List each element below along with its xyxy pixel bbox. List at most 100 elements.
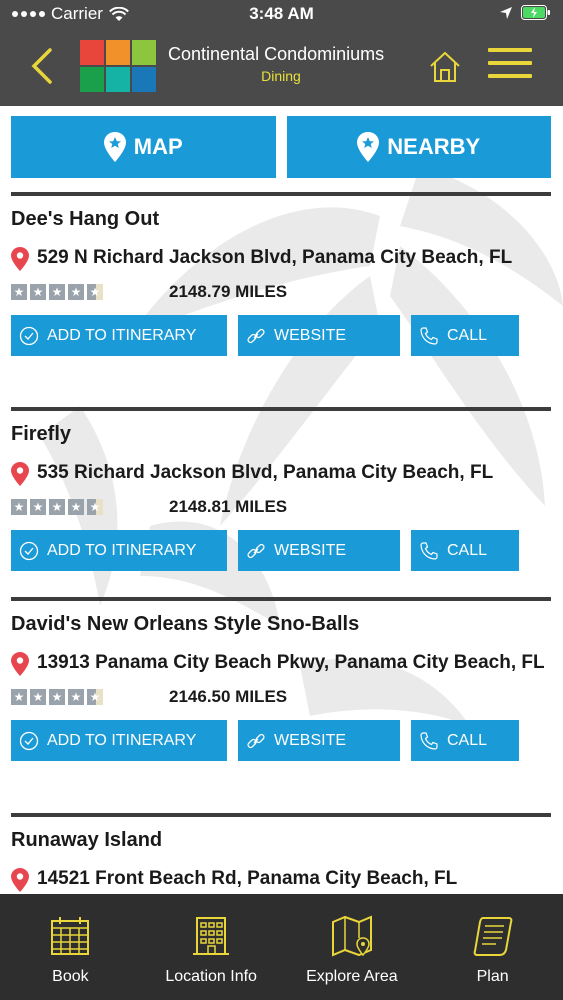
- map-button[interactable]: MAP: [11, 116, 276, 178]
- website-button[interactable]: WEBSITE: [238, 315, 400, 356]
- location-arrow-icon: [500, 6, 512, 19]
- rating-row: ★ ★ ★ ★ ★ 2148.81 MILES: [11, 496, 551, 518]
- listing-actions: ADD TO ITINERARY WEBSITE CALL: [11, 530, 551, 571]
- location-pin-icon: [11, 462, 29, 486]
- logo-tile: [80, 40, 104, 65]
- listing-address: 14521 Front Beach Rd, Panama City Beach,…: [37, 868, 458, 889]
- back-chevron-icon[interactable]: [24, 46, 60, 86]
- nav-location-info[interactable]: Location Info: [141, 894, 282, 1000]
- listing-distance: 2148.81 MILES: [169, 497, 288, 516]
- star-icon: ★: [49, 499, 65, 515]
- scroll-icon: [473, 917, 513, 956]
- listing-address-row: 529 N Richard Jackson Blvd, Panama City …: [11, 245, 551, 271]
- logo-tile: [132, 40, 156, 65]
- star-icon: ★: [49, 689, 65, 705]
- listing-content[interactable]: MAP NEARBY Dee's Hang Out 529 N Richard …: [0, 106, 563, 894]
- star-icon: ★: [68, 284, 84, 300]
- listing-actions: ADD TO ITINERARY WEBSITE CALL: [11, 315, 551, 356]
- listing-name[interactable]: Dee's Hang Out: [11, 208, 551, 231]
- map-icon: [331, 915, 372, 957]
- website-label: WEBSITE: [274, 541, 347, 559]
- website-button[interactable]: WEBSITE: [238, 530, 400, 571]
- bottom-nav: Book Location Info Explore Area Plan: [0, 894, 563, 1000]
- itinerary-label: ADD TO ITINERARY: [47, 731, 197, 749]
- listing-address-row: 14521 Front Beach Rd, Panama City Beach,…: [11, 866, 551, 892]
- check-circle-icon: [19, 541, 39, 560]
- nav-book-label: Book: [52, 968, 89, 985]
- header-titles: Continental Condominiums Dining: [168, 44, 408, 84]
- map-button-label: MAP: [133, 134, 183, 159]
- call-label: CALL: [447, 326, 488, 344]
- status-right: [499, 5, 551, 20]
- listing-address: 13913 Panama City Beach Pkwy, Panama Cit…: [37, 652, 545, 673]
- nav-plan[interactable]: Plan: [422, 894, 563, 1000]
- add-to-itinerary-button[interactable]: ADD TO ITINERARY: [11, 315, 227, 356]
- hamburger-menu-icon[interactable]: [488, 48, 532, 84]
- star-icon: ★: [49, 284, 65, 300]
- listing-item: Dee's Hang Out 529 N Richard Jackson Blv…: [11, 192, 551, 356]
- listing-actions: ADD TO ITINERARY WEBSITE CALL: [11, 720, 551, 761]
- map-pin-icon: [357, 132, 380, 162]
- nav-explore-area[interactable]: Explore Area: [282, 894, 423, 1000]
- status-bar: Carrier 3:48 AM: [0, 0, 563, 28]
- half-star-icon: ★: [87, 689, 103, 705]
- nearby-button-label: NEARBY: [387, 134, 481, 159]
- page-title: Continental Condominiums: [168, 44, 385, 64]
- website-button[interactable]: WEBSITE: [238, 720, 400, 761]
- call-button[interactable]: CALL: [411, 720, 519, 761]
- call-label: CALL: [447, 731, 488, 749]
- logo-tile: [106, 40, 130, 65]
- star-icon: ★: [11, 499, 27, 515]
- website-label: WEBSITE: [274, 731, 347, 749]
- phone-icon: [420, 731, 438, 750]
- listing-name[interactable]: Runaway Island: [11, 829, 551, 852]
- listing-distance: 2146.50 MILES: [169, 687, 288, 706]
- listing-address-row: 13913 Panama City Beach Pkwy, Panama Cit…: [11, 650, 551, 676]
- star-icon: ★: [30, 689, 46, 705]
- itinerary-label: ADD TO ITINERARY: [47, 326, 197, 344]
- star-icon: ★: [68, 499, 84, 515]
- status-time: 3:48 AM: [249, 4, 314, 23]
- listing-name[interactable]: Firefly: [11, 423, 551, 446]
- listing-name[interactable]: David's New Orleans Style Sno-Balls: [11, 613, 551, 636]
- building-icon: [193, 917, 230, 955]
- star-icon: ★: [11, 284, 27, 300]
- rating-row: ★ ★ ★ ★ ★ 2148.79 MILES: [11, 281, 551, 303]
- call-button[interactable]: CALL: [411, 530, 519, 571]
- map-pin-icon: [103, 132, 126, 162]
- listing-address-row: 535 Richard Jackson Blvd, Panama City Be…: [11, 460, 551, 486]
- logo-tile: [80, 67, 104, 92]
- phone-icon: [420, 541, 438, 560]
- top-actions: MAP NEARBY: [11, 116, 551, 178]
- location-pin-icon: [11, 247, 29, 271]
- website-label: WEBSITE: [274, 326, 347, 344]
- listing-item: Firefly 535 Richard Jackson Blvd, Panama…: [11, 407, 551, 571]
- call-button[interactable]: CALL: [411, 315, 519, 356]
- add-to-itinerary-button[interactable]: ADD TO ITINERARY: [11, 530, 227, 571]
- nav-book[interactable]: Book: [0, 894, 141, 1000]
- star-icon: ★: [30, 284, 46, 300]
- listing-item: David's New Orleans Style Sno-Balls 1391…: [11, 597, 551, 761]
- half-star-icon: ★: [87, 499, 103, 515]
- location-pin-icon: [11, 652, 29, 676]
- listing-divider: [11, 407, 551, 411]
- app-header: Carrier 3:48 AM Continental Condominiums…: [0, 0, 563, 106]
- listing-divider: [11, 813, 551, 817]
- nav-plan-label: Plan: [476, 968, 509, 985]
- brand-logo: [80, 40, 156, 92]
- calendar-icon: [51, 917, 90, 955]
- star-rating: ★ ★ ★ ★ ★: [11, 284, 169, 300]
- link-icon: [247, 543, 265, 558]
- listing-divider: [11, 597, 551, 601]
- call-label: CALL: [447, 541, 488, 559]
- add-to-itinerary-button[interactable]: ADD TO ITINERARY: [11, 720, 227, 761]
- star-icon: ★: [30, 499, 46, 515]
- check-circle-icon: [19, 731, 39, 750]
- rating-row: ★ ★ ★ ★ ★ 2146.50 MILES: [11, 686, 551, 708]
- listing-address: 529 N Richard Jackson Blvd, Panama City …: [37, 247, 513, 268]
- home-icon[interactable]: [428, 50, 462, 84]
- nearby-button[interactable]: NEARBY: [286, 116, 551, 178]
- nav-explore-area-label: Explore Area: [306, 968, 398, 985]
- battery-icon: [521, 5, 550, 20]
- page-subtitle: Dining: [261, 68, 301, 84]
